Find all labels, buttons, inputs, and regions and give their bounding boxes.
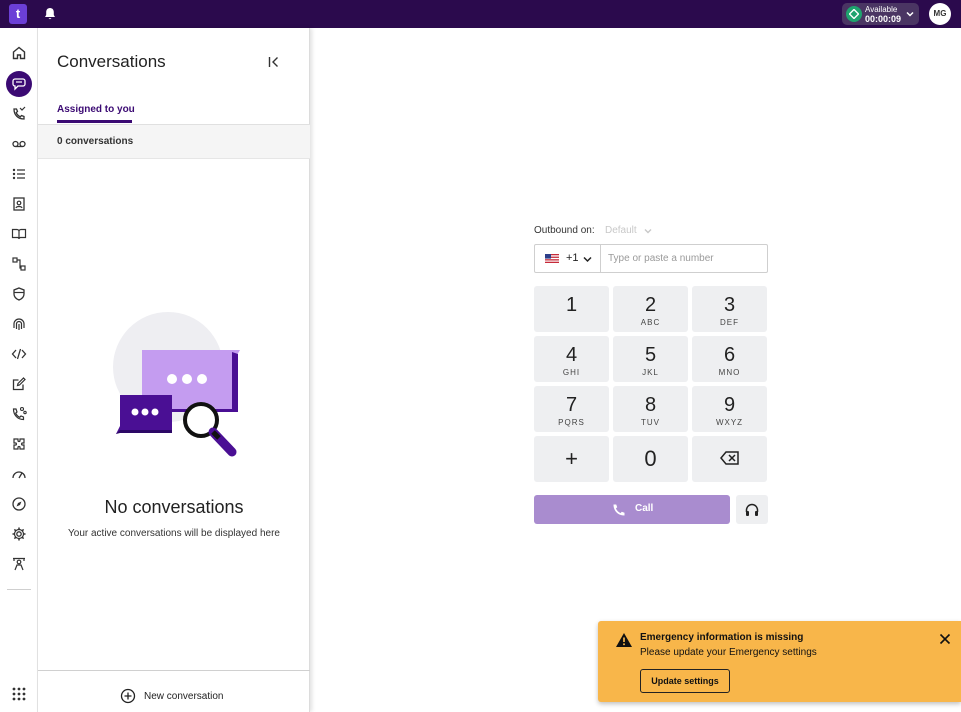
conversation-count-bar: 0 conversations xyxy=(38,125,310,159)
code-icon[interactable] xyxy=(6,341,32,367)
outbound-line-select[interactable]: Default xyxy=(605,225,637,236)
contacts-icon[interactable] xyxy=(6,191,32,217)
user-avatar[interactable]: MG xyxy=(929,3,951,25)
panel-title: Conversations xyxy=(57,52,166,71)
key-digit: 1 xyxy=(565,294,578,316)
key-1[interactable]: 1 xyxy=(534,286,609,332)
compass-icon[interactable] xyxy=(6,491,32,517)
key-digit: 2 xyxy=(644,294,657,316)
key-letters: WXYZ xyxy=(715,418,744,427)
availability-status-dropdown[interactable]: Available 00:00:09 xyxy=(842,3,919,25)
key-9[interactable]: 9 WXYZ xyxy=(692,386,767,432)
outbound-label: Outbound on: xyxy=(534,225,595,236)
key-7[interactable]: 7 PQRS xyxy=(534,386,609,432)
grid-icon[interactable] xyxy=(6,681,32,707)
key-letters: JKL xyxy=(642,368,659,377)
backspace-key[interactable] xyxy=(692,436,767,482)
key-letters: DEF xyxy=(720,318,739,327)
collapse-panel-icon[interactable] xyxy=(266,54,282,70)
notifications-bell-icon[interactable] xyxy=(42,6,58,22)
key-5[interactable]: 5 JKL xyxy=(613,336,688,382)
phone-icon xyxy=(613,504,625,516)
dial-code: +1 xyxy=(566,252,579,264)
key-0[interactable]: 0 xyxy=(613,436,688,482)
call-button[interactable]: Call xyxy=(534,495,730,524)
key-6[interactable]: 6 MNO xyxy=(692,336,767,382)
available-status-icon xyxy=(846,6,862,22)
new-conversation-button[interactable]: New conversation xyxy=(120,688,223,704)
empty-state-subtitle: Your active conversations will be displa… xyxy=(68,528,280,539)
key-letters: TUV xyxy=(641,418,660,427)
top-bar: t Available 00:00:09 MG xyxy=(0,0,961,28)
app-logo[interactable]: t xyxy=(9,4,27,24)
emergency-info-toast: Emergency information is missing Please … xyxy=(598,621,961,702)
backspace-icon xyxy=(720,451,739,465)
phone-number-field: +1 xyxy=(534,244,768,273)
conversation-count: 0 conversations xyxy=(57,136,134,147)
key-digit: 3 xyxy=(723,294,736,316)
key-letters: ABC xyxy=(640,318,661,327)
home-icon[interactable] xyxy=(6,40,32,66)
key-4[interactable]: 4 GHI xyxy=(534,336,609,382)
key-digit: 0 xyxy=(644,446,657,471)
headset-icon xyxy=(745,503,759,516)
chevron-down-icon xyxy=(906,11,914,17)
active-tab-indicator xyxy=(57,120,132,123)
key-digit: 5 xyxy=(644,344,657,366)
empty-conversations-illustration xyxy=(113,312,240,457)
call-button-label: Call xyxy=(635,503,654,514)
status-label: Available xyxy=(865,5,898,14)
us-flag-icon xyxy=(545,254,559,263)
panel-footer-divider xyxy=(38,670,310,671)
new-conversation-label: New conversation xyxy=(144,690,224,702)
key-letters: GHI xyxy=(562,368,581,377)
key-digit: 6 xyxy=(723,344,736,366)
voicemail-icon[interactable] xyxy=(6,131,32,157)
key-letters: MNO xyxy=(718,368,741,377)
warning-icon xyxy=(616,633,632,647)
key-2[interactable]: 2 ABC xyxy=(613,286,688,332)
toast-title: Emergency information is missing xyxy=(640,632,804,643)
toast-message: Please update your Emergency settings xyxy=(640,647,817,658)
plus-circle-icon xyxy=(120,688,136,704)
key-digit: 8 xyxy=(644,394,657,416)
queue-list-icon[interactable] xyxy=(6,161,32,187)
integrations-icon[interactable] xyxy=(6,431,32,457)
dashboard-gauge-icon[interactable] xyxy=(6,461,32,487)
key-3[interactable]: 3 DEF xyxy=(692,286,767,332)
chevron-down-icon[interactable] xyxy=(643,226,653,236)
status-timer: 00:00:09 xyxy=(865,14,902,24)
key-digit: + xyxy=(565,446,578,471)
conversations-icon[interactable] xyxy=(6,71,32,97)
key-plus[interactable]: + xyxy=(534,436,609,482)
key-letters: PQRS xyxy=(558,418,585,427)
country-code-select[interactable]: +1 xyxy=(535,245,601,272)
key-digit: 7 xyxy=(565,394,578,416)
conversations-panel: Conversations Assigned to you 0 conversa… xyxy=(38,28,310,712)
key-digit: 9 xyxy=(723,394,736,416)
fingerprint-icon[interactable] xyxy=(6,311,32,337)
training-icon[interactable] xyxy=(6,551,32,577)
left-navigation-rail xyxy=(0,28,38,712)
tab-assigned-to-you[interactable]: Assigned to you xyxy=(57,104,135,115)
settings-gear-icon[interactable] xyxy=(6,521,32,547)
knowledge-book-icon[interactable] xyxy=(6,221,32,247)
update-settings-button[interactable]: Update settings xyxy=(640,669,730,693)
call-routing-icon[interactable] xyxy=(6,401,32,427)
close-icon[interactable] xyxy=(939,633,951,645)
chevron-down-icon xyxy=(583,256,592,263)
workflow-icon[interactable] xyxy=(6,251,32,277)
key-digit: 4 xyxy=(565,344,578,366)
key-8[interactable]: 8 TUV xyxy=(613,386,688,432)
empty-state-title: No conversations xyxy=(104,497,244,517)
rail-divider xyxy=(7,589,31,590)
edit-icon[interactable] xyxy=(6,371,32,397)
shield-icon[interactable] xyxy=(6,281,32,307)
headset-button[interactable] xyxy=(736,495,768,524)
missed-calls-icon[interactable] xyxy=(6,101,32,127)
phone-number-input[interactable] xyxy=(602,245,767,272)
